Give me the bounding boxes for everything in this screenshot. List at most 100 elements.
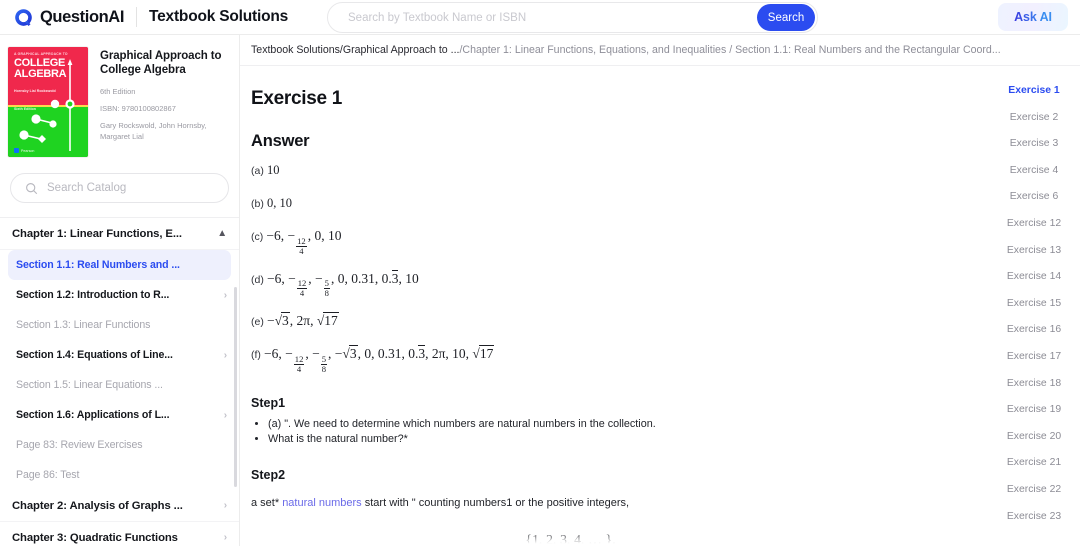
textbook-search-bar[interactable]: Search	[327, 2, 818, 33]
exercise-nav-item-18[interactable]: Exercise 18	[988, 371, 1080, 398]
toc-label: Section 1.5: Linear Equations ...	[16, 379, 163, 391]
step-2-text-after: start with " counting numbers1 or the po…	[361, 496, 630, 509]
toc-label: Section 1.6: Applications of L...	[16, 409, 170, 421]
exercise-nav-item-20[interactable]: Exercise 20	[988, 424, 1080, 451]
exercise-nav-item-12[interactable]: Exercise 12	[988, 211, 1080, 238]
catalog-search-placeholder: Search Catalog	[47, 182, 127, 194]
answer-label-d: (d)	[251, 273, 264, 286]
ask-ai-label: Ask AI	[1014, 10, 1052, 24]
answer-value-d: −6, −12 4, −5 8, 0, 0.31, 0.3, 10	[266, 269, 419, 299]
toc-section-1-6[interactable]: Section 1.6: Applications of L... ›	[0, 400, 239, 430]
step-2-heading: Step2	[251, 467, 286, 482]
toc-label: Page 86: Test	[16, 469, 80, 481]
toc-section-1-5[interactable]: Section 1.5: Linear Equations ...	[0, 370, 239, 400]
toc-section-1-1[interactable]: Section 1.1: Real Numbers and ...	[8, 250, 231, 280]
book-summary: A GRAPHICAL APPROACH TO COLLEGE ALGEBRA …	[0, 35, 239, 157]
answer-value-a: 10	[266, 163, 280, 177]
toc-section-1-2[interactable]: Section 1.2: Introduction to R... ›	[0, 280, 239, 310]
page-title: Textbook Solutions	[149, 8, 289, 25]
breadcrumb-part-2: /Chapter 1: Linear Functions, Equations,…	[459, 44, 1001, 56]
exercise-nav-item-16[interactable]: Exercise 16	[988, 317, 1080, 344]
step-2-paragraph: a set* natural numbers start with " coun…	[251, 495, 975, 511]
toc-label: Section 1.3: Linear Functions	[16, 319, 151, 331]
ask-ai-button[interactable]: Ask AI	[998, 3, 1068, 31]
exercise-nav-item-2[interactable]: Exercise 2	[988, 105, 1080, 132]
breadcrumb: Textbook Solutions/Graphical Approach to…	[240, 35, 1080, 66]
book-title: Graphical Approach to College Algebra	[100, 50, 222, 76]
exercise-nav-item-19[interactable]: Exercise 19	[988, 397, 1080, 424]
brand-name: QuestionAI	[40, 7, 125, 26]
answer-value-f: −6, −12 4, −5 8, −√3, 0, 0.31, 0.3, 2π, 10…	[264, 345, 495, 374]
toc-label: Section 1.2: Introduction to R...	[16, 289, 170, 301]
toc-chapter-3[interactable]: Chapter 3: Quadratic Functions ›	[0, 522, 239, 546]
exercise-nav-item-23[interactable]: Exercise 23	[988, 504, 1080, 531]
toc-chapter-2[interactable]: Chapter 2: Analysis of Graphs ... ›	[0, 490, 239, 522]
step-1-list: (a) ". We need to determine which number…	[251, 417, 975, 446]
book-cover-image: A GRAPHICAL APPROACH TO COLLEGE ALGEBRA …	[8, 47, 88, 157]
chevron-right-icon: ›	[223, 500, 227, 511]
exercise-nav-item-14[interactable]: Exercise 14	[988, 264, 1080, 291]
table-of-contents: Chapter 1: Linear Functions, E... ▲ Sect…	[0, 217, 239, 546]
exercise-nav-item-17[interactable]: Exercise 17	[988, 344, 1080, 371]
chevron-right-icon: ›	[223, 409, 227, 421]
toc-label: Chapter 1: Linear Functions, E...	[12, 227, 182, 240]
app-header: QuestionAI Textbook Solutions Search Ask…	[0, 0, 1080, 35]
cover-graph-artwork	[19, 59, 75, 151]
answer-line-c: (c) −6, −12 4, 0, 10	[251, 227, 975, 256]
search-icon	[26, 182, 38, 194]
breadcrumb-part-1[interactable]: Textbook Solutions/Graphical Approach to…	[251, 44, 459, 56]
answer-line-b: (b) 0, 10	[251, 194, 975, 213]
answer-label-f: (f)	[251, 349, 261, 362]
exercise-nav-item-13[interactable]: Exercise 13	[988, 238, 1080, 265]
solution-body: Exercise 1 Answer (a) 10 (b) 0, 10 (c) −…	[240, 66, 975, 546]
toc-label: Section 1.1: Real Numbers and ...	[16, 259, 180, 271]
search-input[interactable]	[346, 10, 757, 25]
toc-label: Section 1.4: Equations of Line...	[16, 349, 173, 361]
answer-label-a: (a)	[251, 165, 264, 177]
list-item: What is the natural number?*	[268, 432, 975, 446]
step-2-text-before: a set*	[251, 496, 283, 509]
answer-line-f: (f) −6, −12 4, −5 8, −√3, 0, 0.31, 0.3, 2π…	[251, 345, 975, 374]
toc-chapter-1[interactable]: Chapter 1: Linear Functions, E... ▲	[0, 218, 239, 250]
natural-numbers-link[interactable]: natural numbers	[282, 497, 362, 509]
step-1-heading: Step1	[251, 395, 286, 410]
list-item: (a) ". We need to determine which number…	[268, 417, 975, 431]
exercise-nav-item-4[interactable]: Exercise 4	[988, 158, 1080, 185]
cover-publisher: Pearson	[14, 148, 34, 153]
main-content: Textbook Solutions/Graphical Approach to…	[240, 35, 1080, 546]
answer-value-b: 0, 10	[266, 196, 292, 210]
answer-label-c: (c)	[251, 231, 264, 243]
answer-line-d: (d) −6, −12 4, −5 8, 0, 0.31, 0.3, 10	[251, 269, 975, 299]
answer-value-c: −6, −12 4, 0, 10	[266, 228, 342, 256]
sidebar-scrollbar[interactable]	[234, 287, 237, 487]
toc-review-exercises[interactable]: Page 83: Review Exercises	[0, 430, 239, 460]
questionai-logo-icon	[15, 8, 32, 26]
toc-section-1-4[interactable]: Section 1.4: Equations of Line... ›	[0, 340, 239, 370]
chevron-right-icon: ›	[223, 349, 227, 361]
catalog-search-input[interactable]: Search Catalog	[10, 173, 229, 203]
answer-line-a: (a) 10	[251, 161, 975, 180]
answer-line-e: (e) −√3, 2π, √17	[251, 312, 975, 331]
toc-label: Chapter 3: Quadratic Functions	[12, 531, 178, 544]
exercise-nav-item-6[interactable]: Exercise 6	[988, 184, 1080, 211]
book-authors: Gary Rockswold, John Hornsby, Margaret L…	[100, 121, 207, 141]
answer-value-e: −√3, 2π, √17	[266, 312, 339, 329]
search-button[interactable]: Search	[757, 4, 815, 31]
exercise-nav-item-22[interactable]: Exercise 22	[988, 477, 1080, 504]
answer-heading: Answer	[251, 132, 310, 150]
book-edition: 6th Edition	[100, 87, 136, 96]
answer-label-b: (b)	[251, 198, 264, 210]
header-divider	[136, 7, 138, 27]
brand-logo[interactable]: QuestionAI	[14, 8, 124, 27]
toc-label: Page 83: Review Exercises	[16, 439, 143, 451]
exercise-nav-item-15[interactable]: Exercise 15	[988, 291, 1080, 318]
exercise-nav-item-1[interactable]: Exercise 1	[988, 78, 1080, 105]
chevron-right-icon: ›	[223, 532, 227, 543]
exercise-nav-item-21[interactable]: Exercise 21	[988, 450, 1080, 477]
sidebar: A GRAPHICAL APPROACH TO COLLEGE ALGEBRA …	[0, 35, 240, 546]
exercise-heading: Exercise 1	[251, 88, 343, 109]
exercise-nav-item-3[interactable]: Exercise 3	[988, 131, 1080, 158]
toc-test[interactable]: Page 86: Test	[0, 460, 239, 490]
answer-label-e: (e)	[251, 316, 264, 329]
toc-section-1-3[interactable]: Section 1.3: Linear Functions	[0, 310, 239, 340]
